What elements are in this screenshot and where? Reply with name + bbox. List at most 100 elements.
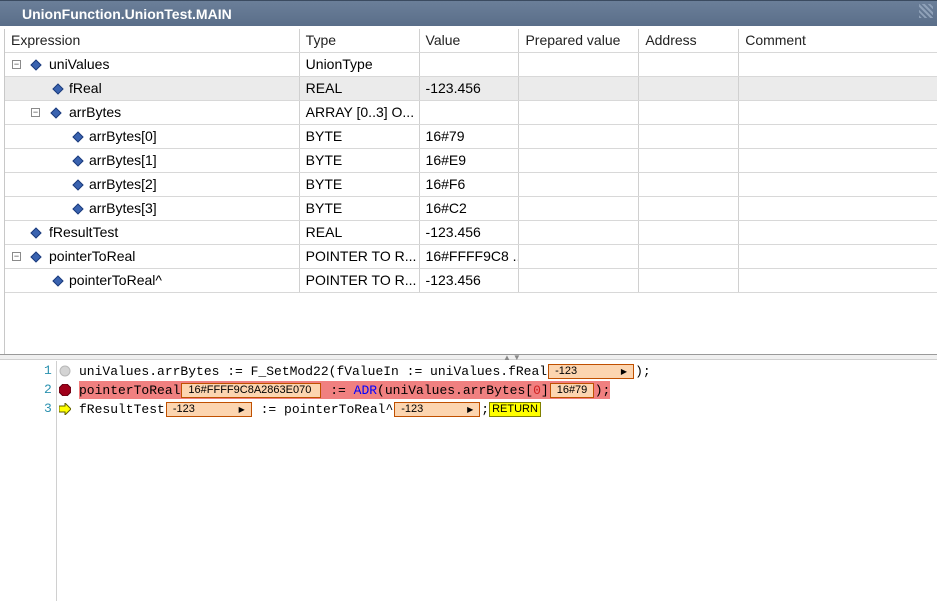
code-text: ] xyxy=(540,382,549,398)
prepared-value-cell[interactable] xyxy=(519,173,640,196)
table-row[interactable]: fReal REAL -123.456 xyxy=(5,77,937,101)
comment-cell xyxy=(739,53,937,76)
inline-value[interactable]: -123 ▶ xyxy=(548,363,635,379)
variable-icon xyxy=(31,60,40,69)
type-cell: UnionType xyxy=(300,53,420,76)
table-row[interactable]: arrBytes[3] BYTE 16#C2 xyxy=(5,197,937,221)
inline-value[interactable]: -123 ▶ xyxy=(394,401,481,417)
value-cell xyxy=(420,101,520,124)
type-cell: BYTE xyxy=(300,125,420,148)
value-cell: 16#FFFF9C8 ... xyxy=(420,245,520,268)
code-text: pointerToReal xyxy=(79,382,181,398)
prepared-value-cell[interactable] xyxy=(519,53,640,76)
inline-value[interactable]: -123 ▶ xyxy=(165,401,252,417)
breakpoint-icon[interactable] xyxy=(59,384,71,396)
code-text: uniValues.arrBytes := F_SetMod22(fValueI… xyxy=(79,363,548,379)
address-cell xyxy=(639,149,740,172)
inline-value-text: -123 xyxy=(401,402,424,415)
code-line-2[interactable]: pointerToReal 16#FFFF9C8A2863E070 := ADR… xyxy=(79,381,611,399)
comment-cell xyxy=(739,125,937,148)
prepared-value-cell[interactable] xyxy=(519,269,640,292)
prepared-value-cell[interactable] xyxy=(519,245,640,268)
value-cell: -123.456 xyxy=(420,269,520,292)
current-step-arrow-icon xyxy=(59,403,71,415)
col-header-comment[interactable]: Comment xyxy=(739,29,937,52)
type-cell: BYTE xyxy=(300,173,420,196)
variable-icon xyxy=(73,180,82,189)
col-header-value[interactable]: Value xyxy=(420,29,520,52)
table-row[interactable]: − arrBytes ARRAY [0..3] O... xyxy=(5,101,937,125)
table-row[interactable]: fResultTest REAL -123.456 xyxy=(5,221,937,245)
type-cell: POINTER TO R... xyxy=(300,245,420,268)
address-cell xyxy=(639,53,740,76)
expression-cell: uniValues xyxy=(49,56,110,72)
table-row[interactable]: arrBytes[1] BYTE 16#E9 xyxy=(5,149,937,173)
code-text: ); xyxy=(635,363,651,379)
table-row[interactable]: − pointerToReal POINTER TO R... 16#FFFF9… xyxy=(5,245,937,269)
address-cell xyxy=(639,77,740,100)
code-text: (uniValues.arrBytes[ xyxy=(377,382,534,398)
inline-value[interactable]: 16#FFFF9C8A2863E070 xyxy=(181,382,322,398)
collapse-icon[interactable]: − xyxy=(31,108,40,117)
inline-value[interactable]: 16#79 xyxy=(549,382,594,398)
prepared-value-cell[interactable] xyxy=(519,197,640,220)
collapse-icon[interactable]: − xyxy=(12,60,21,69)
comment-cell xyxy=(739,245,937,268)
table-row[interactable]: pointerToReal^ POINTER TO R... -123.456 xyxy=(5,269,937,293)
value-cell: 16#F6 xyxy=(420,173,520,196)
watch-table: Expression Type Value Prepared value Add… xyxy=(4,29,937,354)
inline-value-text: -123 xyxy=(555,364,578,377)
prepared-value-cell[interactable] xyxy=(519,77,640,100)
code-text: fResultTest xyxy=(79,401,165,417)
type-cell: BYTE xyxy=(300,149,420,172)
window-title: UnionFunction.UnionTest.MAIN xyxy=(22,6,232,22)
prepared-value-cell[interactable] xyxy=(519,101,640,124)
expression-cell: arrBytes[0] xyxy=(89,128,157,144)
grip-icon xyxy=(919,4,933,18)
code-number: 0 xyxy=(533,382,541,398)
prepared-value-cell[interactable] xyxy=(519,221,640,244)
address-cell xyxy=(639,221,740,244)
value-cell xyxy=(420,53,520,76)
type-cell: REAL xyxy=(300,221,420,244)
editor-gutter[interactable] xyxy=(0,361,57,601)
comment-cell xyxy=(739,101,937,124)
table-row[interactable]: arrBytes[0] BYTE 16#79 xyxy=(5,125,937,149)
prepared-value-cell[interactable] xyxy=(519,125,640,148)
col-header-prepared-value[interactable]: Prepared value xyxy=(519,29,640,52)
variable-icon xyxy=(73,156,82,165)
expression-cell: arrBytes[2] xyxy=(89,176,157,192)
type-cell: ARRAY [0..3] O... xyxy=(300,101,420,124)
type-cell: POINTER TO R... xyxy=(300,269,420,292)
variable-icon xyxy=(31,252,40,261)
code-editor[interactable]: 1 2 3 uniValues.arrBytes := F_SetMod22(f… xyxy=(0,361,937,601)
table-row[interactable]: − uniValues UnionType xyxy=(5,53,937,77)
pane-splitter[interactable]: ▲▼ xyxy=(0,353,937,362)
col-header-expression[interactable]: Expression xyxy=(5,29,300,52)
address-cell xyxy=(639,197,740,220)
table-row[interactable]: arrBytes[2] BYTE 16#F6 xyxy=(5,173,937,197)
value-cell: -123.456 xyxy=(420,77,520,100)
variable-icon xyxy=(53,84,62,93)
variable-icon xyxy=(31,228,40,237)
code-keyword: ADR xyxy=(353,382,378,398)
inline-value-text: -123 xyxy=(172,402,195,415)
code-line-3[interactable]: fResultTest -123 ▶ := pointerToReal^ -12… xyxy=(79,400,541,418)
prepared-value-cell[interactable] xyxy=(519,149,640,172)
watch-header: Expression Type Value Prepared value Add… xyxy=(5,29,937,53)
expand-arrow-icon: ▶ xyxy=(620,366,628,376)
window-title-bar: UnionFunction.UnionTest.MAIN xyxy=(0,0,937,26)
code-line-1[interactable]: uniValues.arrBytes := F_SetMod22(fValueI… xyxy=(79,362,651,380)
type-cell: REAL xyxy=(300,77,420,100)
expression-cell: arrBytes xyxy=(69,104,122,120)
value-cell: 16#C2 xyxy=(420,197,520,220)
comment-cell xyxy=(739,269,937,292)
expression-cell: arrBytes[1] xyxy=(89,152,157,168)
collapse-icon[interactable]: − xyxy=(12,252,21,261)
inline-value-text: 16#79 xyxy=(556,383,588,396)
address-cell xyxy=(639,245,740,268)
col-header-type[interactable]: Type xyxy=(300,29,420,52)
col-header-address[interactable]: Address xyxy=(639,29,740,52)
inactive-breakpoint-icon[interactable] xyxy=(59,365,71,377)
variable-icon xyxy=(51,108,60,117)
